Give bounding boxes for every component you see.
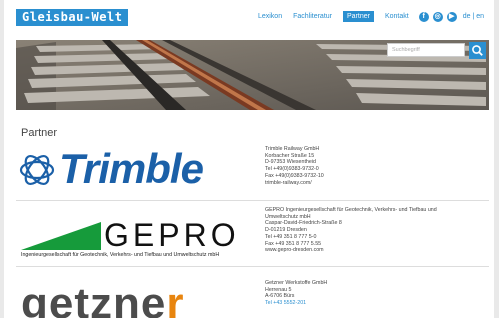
- instagram-icon[interactable]: ◎: [432, 11, 443, 22]
- trimble-logo-text: Trimble: [59, 145, 204, 192]
- partner-address: GEPRO Ingenieurgesellschaft für Geotechn…: [265, 207, 480, 254]
- nav-item-kontakt[interactable]: Kontakt: [385, 13, 409, 20]
- nav-item-partner[interactable]: Partner: [343, 11, 374, 22]
- search-icon: [472, 45, 483, 56]
- partner-phone: Tel +43 5552-201: [265, 300, 307, 307]
- partner-website[interactable]: trimble-railway.com/: [265, 180, 480, 187]
- partner-company: GEPRO Ingenieurgesellschaft für Geotechn…: [265, 207, 437, 213]
- partner-fax: Fax +49 351 8 777 5.55: [265, 240, 322, 247]
- trimble-logo[interactable]: Trimble: [19, 148, 249, 194]
- facebook-icon[interactable]: f: [418, 11, 429, 22]
- partner-city: A-6706 Bürs: [265, 293, 295, 300]
- partner-getzner[interactable]: getzner Getzner Werkstoffe GmbH Herrenau…: [16, 268, 489, 318]
- partner-phone: Tel +49(0)9383-9732-0: [265, 166, 319, 173]
- nav-item-fachliteratur[interactable]: Fachliteratur: [293, 13, 332, 20]
- partner-company: Getzner Werkstoffe GmbH: [265, 280, 328, 286]
- partner-fax: Fax +49(0)9383-9732-10: [265, 172, 324, 179]
- gepro-logo-text: GEPRO: [104, 217, 240, 253]
- partner-street: Caspar-David-Friedrich-Straße 8: [265, 220, 342, 227]
- partner-address: Getzner Werkstoffe GmbH Herrenau 5 A-670…: [265, 280, 480, 307]
- trimble-globe-icon: [19, 155, 55, 185]
- youtube-icon[interactable]: ▶: [446, 11, 457, 22]
- partner-address: Trimble Railway GmbH Korbacher Straße 15…: [265, 146, 480, 186]
- partner-trimble[interactable]: Trimble Trimble Railway GmbH Korbacher S…: [16, 140, 489, 201]
- page-title: Partner: [21, 127, 58, 139]
- main-content: Partner Trimble Trimble Railway GmbH Kor…: [16, 110, 489, 318]
- site-logo[interactable]: Gleisbau-Welt: [16, 9, 129, 26]
- nav-item-lexikon[interactable]: Lexikon: [258, 13, 282, 20]
- page: Gleisbau-Welt Lexikon Fachliteratur Part…: [4, 0, 494, 318]
- gepro-wedge-icon: [21, 222, 101, 250]
- partner-street: Korbacher Straße 15: [265, 152, 315, 159]
- partner-company-cont: Umweltschutz mbH: [265, 213, 311, 220]
- language-switch[interactable]: de | en: [463, 13, 484, 20]
- search-input[interactable]: Suchbegriff: [387, 43, 465, 57]
- getzner-logo[interactable]: getzner: [16, 282, 261, 318]
- getzner-logo-text: getzner: [21, 282, 185, 318]
- partner-city: D-01219 Dresden: [265, 227, 307, 234]
- partner-city: D-97353 Wiesentheid: [265, 159, 316, 166]
- partner-street: Herrenau 5: [265, 286, 292, 293]
- partner-website[interactable]: www.gepro-dresden.com: [265, 247, 480, 254]
- gepro-logo-subtitle: Ingenieurgesellschaft für Geotechnik, Ve…: [21, 252, 220, 258]
- partner-company: Trimble Railway GmbH: [265, 146, 320, 152]
- header: Gleisbau-Welt Lexikon Fachliteratur Part…: [4, 0, 494, 38]
- hero-banner: Suchbegriff: [16, 40, 489, 110]
- search-button[interactable]: [469, 42, 486, 59]
- main-nav: Lexikon Fachliteratur Partner Kontakt f …: [247, 11, 484, 22]
- partner-phone: Tel +49 351 8 777 5-0: [265, 233, 317, 240]
- partner-gepro[interactable]: GEPRO Ingenieurgesellschaft für Geotechn…: [16, 202, 489, 267]
- gepro-logo[interactable]: GEPRO Ingenieurgesellschaft für Geotechn…: [21, 218, 261, 262]
